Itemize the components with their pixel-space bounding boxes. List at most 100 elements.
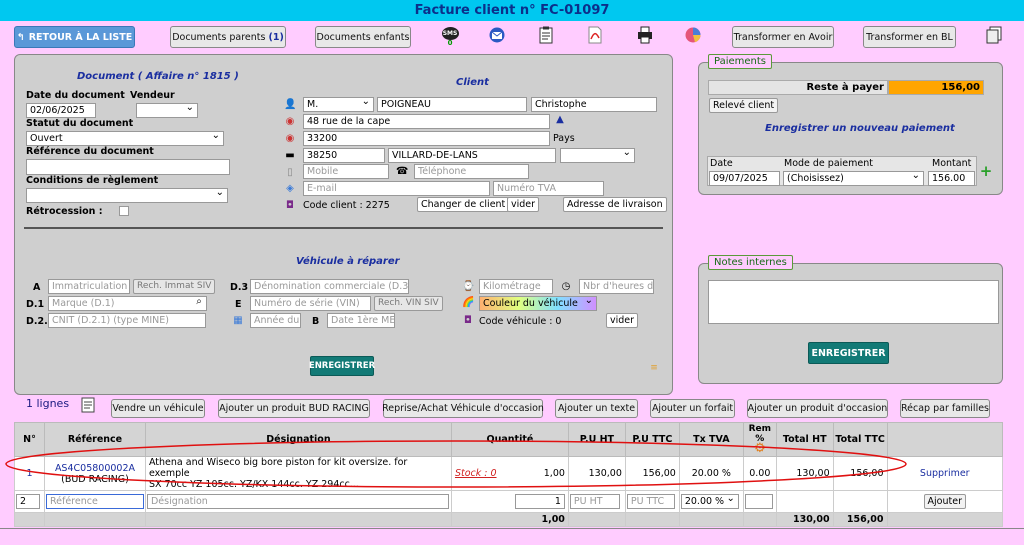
new-row-puht-cell: PU HT — [567, 490, 626, 513]
add-text-button[interactable]: Ajouter un texte — [555, 399, 638, 418]
address2-input[interactable]: 33200 — [303, 131, 550, 146]
date-label: Date du document — [26, 90, 125, 101]
address-icon: ◉ — [285, 116, 295, 127]
date-document-input[interactable]: 02/06/2025 — [26, 103, 96, 118]
reference-input[interactable] — [26, 159, 230, 175]
client-code: Code client : 2275 — [303, 200, 390, 211]
vin-input[interactable]: Numéro de série (VIN) — [250, 296, 371, 311]
conditions-label: Conditions de règlement — [26, 175, 159, 186]
row-ref-link[interactable]: AS4C05800002A — [55, 463, 135, 474]
add-payment-icon[interactable]: + — [979, 164, 993, 179]
notes-textarea[interactable] — [708, 280, 999, 324]
new-pu-ht-input[interactable]: PU HT — [569, 494, 620, 509]
new-quantity-input[interactable]: 1 — [514, 494, 565, 509]
vendeur-label: Vendeur — [130, 90, 175, 101]
new-pu-ttc-input[interactable]: PU TTC — [626, 494, 675, 509]
releve-client-button[interactable]: Relevé client — [709, 98, 779, 113]
clipboard-icon[interactable] — [537, 26, 555, 46]
retrocession-label: Rétrocession : — [26, 206, 103, 217]
zip-input[interactable]: 38250 — [303, 148, 385, 163]
row-remise: 0.00 — [742, 456, 777, 491]
new-tva-select[interactable]: 20.00 % — [680, 494, 739, 509]
reprise-vehicle-button[interactable]: Reprise/Achat Véhicule d'occasion — [382, 399, 544, 418]
new-row-total-ht — [775, 490, 834, 513]
col-pu-ttc: P.U TTC — [624, 422, 680, 457]
civility-select[interactable]: M. — [303, 97, 374, 112]
map-warning-icon[interactable]: ▲ — [553, 114, 567, 126]
new-row-qty-cell: 1 — [450, 490, 569, 513]
tva-input[interactable]: Numéro TVA — [493, 181, 604, 196]
couleur-select[interactable]: Couleur du véhicule — [479, 296, 597, 311]
add-bud-racing-product-button[interactable]: Ajouter un produit BUD RACING — [218, 399, 370, 418]
new-reference-input[interactable]: Référence — [45, 494, 144, 509]
new-designation-input[interactable]: Désignation — [146, 494, 449, 509]
marque-input[interactable]: Marque (D.1) — [48, 296, 207, 311]
new-row-num-input[interactable]: 2 — [16, 494, 40, 509]
sell-vehicle-button[interactable]: Vendre un véhicule — [111, 399, 205, 418]
payment-mode-select[interactable]: (Choisissez) — [783, 171, 924, 186]
row-num: 1 — [14, 456, 45, 491]
firstname-input[interactable]: Christophe — [531, 97, 657, 112]
payment-amount-input[interactable]: 156.00 — [928, 171, 975, 186]
clock-icon: ◷ — [561, 281, 571, 292]
immatriculation-input[interactable]: Immatriculation — [48, 279, 130, 294]
annee-input[interactable]: Année du — [250, 313, 301, 328]
document-list-icon[interactable] — [80, 397, 96, 417]
search-immat-button[interactable]: Rech. Immat SIV — [133, 279, 216, 294]
search-icon[interactable]: ⌕ — [193, 296, 205, 308]
printer-icon[interactable] — [636, 26, 654, 46]
date-mec-input[interactable]: Date 1ère ME — [327, 313, 395, 328]
cnit-input[interactable]: CNIT (D.2.1) (type MINE) — [48, 313, 206, 328]
pdf-icon[interactable] — [586, 26, 604, 46]
vider-vehicle-button[interactable]: vider — [606, 313, 639, 328]
row-pu-ht: 130,00 — [567, 456, 626, 491]
back-to-list-button[interactable]: ↰ RETOUR À LA LISTE — [14, 26, 135, 48]
new-row-total-ttc — [832, 490, 888, 513]
delivery-address-button[interactable]: Adresse de livraison — [563, 197, 667, 212]
add-forfait-button[interactable]: Ajouter un forfait — [650, 399, 735, 418]
collapse-icon[interactable]: ≡ — [649, 362, 659, 374]
address1-input[interactable]: 48 rue de la cape — [303, 114, 550, 129]
conditions-select[interactable] — [26, 188, 228, 203]
search-vin-button[interactable]: Rech. VIN SIV — [374, 296, 443, 311]
vider-client-button[interactable]: vider — [507, 197, 540, 212]
vehicle-code-icon: ◘ — [464, 315, 472, 326]
email-input[interactable]: E-mail — [303, 181, 490, 196]
save-notes-button[interactable]: ENREGISTRER — [808, 342, 889, 364]
hours-input[interactable]: Nbr d'heures de — [579, 279, 654, 294]
b-label: B — [312, 316, 320, 327]
copy-icon[interactable] — [985, 26, 1003, 46]
vendeur-select[interactable] — [136, 103, 198, 118]
transform-avoir-button[interactable]: Transformer en Avoir — [732, 26, 834, 48]
gear-icon[interactable]: ⚙ — [754, 441, 766, 456]
documents-parents-button[interactable]: Documents parents (1) — [170, 26, 286, 48]
new-remise-input[interactable] — [744, 494, 773, 509]
transform-bl-button[interactable]: Transformer en BL — [863, 26, 956, 48]
save-document-button[interactable]: ENREGISTRER — [309, 356, 375, 376]
recap-familles-button[interactable]: Récap par familles — [900, 399, 990, 418]
change-client-button[interactable]: Changer de client — [417, 197, 510, 212]
delete-line-button[interactable]: Supprimer — [886, 456, 1004, 491]
country-select[interactable] — [560, 148, 635, 163]
email-icon[interactable] — [487, 27, 507, 45]
kilometrage-input[interactable]: Kilométrage — [479, 279, 553, 294]
lastname-input[interactable]: POIGNEAU — [377, 97, 527, 112]
denomination-input[interactable]: Dénomination commerciale (D.3) — [250, 279, 409, 294]
col-actions — [886, 422, 1004, 457]
pie-chart-icon[interactable] — [683, 26, 703, 46]
add-line-button[interactable]: Ajouter — [923, 494, 966, 509]
add-used-product-button[interactable]: Ajouter un produit d'occasion — [747, 399, 888, 418]
statut-select[interactable]: Ouvert — [26, 131, 224, 146]
new-row-ref-cell: Référence — [43, 490, 146, 513]
section-divider — [24, 227, 663, 229]
totals-row: 1,00 130,00 156,00 — [14, 512, 1004, 527]
documents-enfants-button[interactable]: Documents enfants — [315, 26, 411, 48]
payment-date-input[interactable]: 09/07/2025 — [709, 171, 780, 186]
stock-link[interactable]: Stock : 0 — [455, 468, 497, 479]
phone-input[interactable]: Téléphone — [414, 164, 529, 179]
retrocession-checkbox[interactable] — [119, 206, 129, 216]
sms-icon[interactable]: SMS 0 — [440, 27, 460, 47]
city-input[interactable]: VILLARD-DE-LANS — [388, 148, 556, 163]
row-total-ttc: 156,00 — [832, 456, 888, 491]
mobile-input[interactable]: Mobile — [303, 164, 389, 179]
